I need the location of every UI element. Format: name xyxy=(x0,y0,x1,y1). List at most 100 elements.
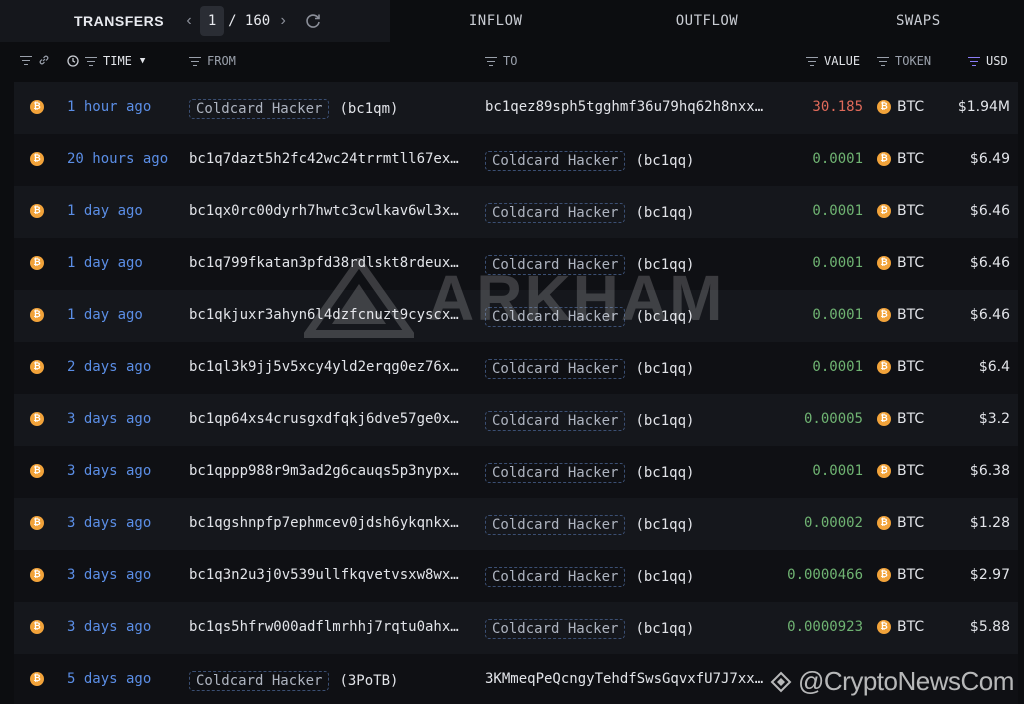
from-address-link[interactable]: bc1qgshnpfp7ephmcev0jdsh6ykqnkxxxxxxxx xyxy=(189,515,467,531)
token-cell: ₿ BTC xyxy=(877,203,924,219)
time-link[interactable]: 1 day ago xyxy=(67,255,143,271)
to-entity-badge[interactable]: Coldcard Hacker xyxy=(485,255,626,275)
btc-token-icon: ₿ xyxy=(877,620,891,634)
from-address-link[interactable]: bc1qx0rc00dyrh7hwtc3cwlkav6wl3xxxxxxxx xyxy=(189,203,467,219)
to-entity-badge[interactable]: Coldcard Hacker xyxy=(485,203,626,223)
col-from-header[interactable]: FROM xyxy=(189,54,236,68)
time-link[interactable]: 3 days ago xyxy=(67,619,151,635)
to-cell: Coldcard Hacker (bc1qq) xyxy=(485,359,765,379)
tab-swaps[interactable]: SWAPS xyxy=(813,0,1024,42)
btc-chain-icon: ₿ xyxy=(30,100,44,114)
time-link[interactable]: 5 days ago xyxy=(67,671,151,687)
to-entity-badge[interactable]: Coldcard Hacker xyxy=(485,463,626,483)
token-cell: ₿ BTC xyxy=(877,359,924,375)
from-address-link[interactable]: bc1ql3k9jj5v5xcy4yld2erqg0ez76xxxxxxxx xyxy=(189,359,467,375)
to-entity-badge[interactable]: Coldcard Hacker xyxy=(485,359,626,379)
btc-token-icon: ₿ xyxy=(877,360,891,374)
time-link[interactable]: 1 day ago xyxy=(67,203,143,219)
table-row[interactable]: ₿ 3 days ago bc1qs5hfrw000adflmrhhj7rqtu… xyxy=(14,602,1018,654)
to-entity-tag: (bc1qq) xyxy=(635,413,695,429)
btc-chain-icon: ₿ xyxy=(30,620,44,634)
to-entity-badge[interactable]: Coldcard Hacker xyxy=(485,307,626,327)
clock-icon xyxy=(67,55,79,67)
to-entity-badge[interactable]: Coldcard Hacker xyxy=(485,411,626,431)
sort-caret-down-icon[interactable]: ▼ xyxy=(140,56,145,66)
time-link[interactable]: 20 hours ago xyxy=(67,151,168,167)
usd-cell: $6.46 xyxy=(969,255,1010,271)
to-entity-badge[interactable]: Coldcard Hacker xyxy=(485,515,626,535)
to-entity-tag: (bc1qq) xyxy=(635,257,695,273)
next-page-chevron-right-icon[interactable]: › xyxy=(276,12,290,30)
usd-cell: $1.94M xyxy=(957,99,1010,115)
time-link[interactable]: 1 day ago xyxy=(67,307,143,323)
to-address-link[interactable]: bc1qez89sph5tgghmf36u79hq62h8nxxxxxxxx xyxy=(485,99,765,115)
value-cell: 30.185 xyxy=(812,99,863,115)
col-usd-header[interactable]: USD xyxy=(968,54,1008,68)
table-row[interactable]: ₿ 1 day ago bc1q799fkatan3pfd38rdlskt8rd… xyxy=(14,238,1018,290)
from-filter-icon[interactable] xyxy=(189,56,201,66)
table-row[interactable]: ₿ 3 days ago bc1qp64xs4crusgxdfqkj6dve57… xyxy=(14,394,1018,446)
tab-inflow[interactable]: INFLOW xyxy=(390,0,601,42)
to-address-link[interactable]: 3KMmeqPeQcngyTehdfSwsGqvxfU7J7xxxxxxxx xyxy=(485,671,765,687)
table-row[interactable]: ₿ 1 day ago bc1qx0rc00dyrh7hwtc3cwlkav6w… xyxy=(14,186,1018,238)
usd-cell: $2.97 xyxy=(969,567,1010,583)
col-to-header[interactable]: TO xyxy=(485,54,517,68)
col-value-header[interactable]: VALUE xyxy=(806,54,860,68)
time-link[interactable]: 3 days ago xyxy=(67,411,151,427)
time-link[interactable]: 3 days ago xyxy=(67,567,151,583)
table-row[interactable]: ₿ 3 days ago bc1q3n2u3j0v539ullfkqvetvsx… xyxy=(14,550,1018,602)
cryptonews-logo-icon xyxy=(770,671,792,692)
to-filter-icon[interactable] xyxy=(485,56,497,66)
to-entity-tag: (bc1qq) xyxy=(635,621,695,637)
btc-chain-icon: ₿ xyxy=(30,412,44,426)
table-row[interactable]: ₿ 1 hour ago Coldcard Hacker (bc1qm) bc1… xyxy=(14,82,1018,134)
col-usd-label: USD xyxy=(986,54,1008,68)
from-address-link[interactable]: bc1q799fkatan3pfd38rdlskt8rdeuxxxxxxxx xyxy=(189,255,467,271)
from-address-link[interactable]: bc1q7dazt5h2fc42wc24trrmtll67exxxxxxxx xyxy=(189,151,467,167)
tab-outflow[interactable]: OUTFLOW xyxy=(601,0,812,42)
to-cell: Coldcard Hacker (bc1qq) xyxy=(485,307,765,327)
from-entity-badge[interactable]: Coldcard Hacker xyxy=(189,99,330,119)
col-token-header[interactable]: TOKEN xyxy=(877,54,931,68)
table-row[interactable]: ₿ 1 day ago bc1qkjuxr3ahyn6l4dzfcnuzt9cy… xyxy=(14,290,1018,342)
time-link[interactable]: 3 days ago xyxy=(67,463,151,479)
col-time-header[interactable]: TIME ▼ xyxy=(67,54,145,68)
from-entity-badge[interactable]: Coldcard Hacker xyxy=(189,671,330,691)
btc-chain-icon: ₿ xyxy=(30,360,44,374)
to-entity-badge[interactable]: Coldcard Hacker xyxy=(485,619,626,639)
tab-transfers[interactable]: TRANSFERS ‹ 1 / 160 › xyxy=(0,0,390,42)
time-link[interactable]: 2 days ago xyxy=(67,359,151,375)
from-address-link[interactable]: bc1qp64xs4crusgxdfqkj6dve57ge0xxxxxxxx xyxy=(189,411,467,427)
btc-token-icon: ₿ xyxy=(877,516,891,530)
token-cell: ₿ BTC xyxy=(877,255,924,271)
time-link[interactable]: 1 hour ago xyxy=(67,99,151,115)
link-icon[interactable] xyxy=(38,54,50,66)
from-address-link[interactable]: bc1qs5hfrw000adflmrhhj7rqtu0ahxxxxxxxx xyxy=(189,619,467,635)
table-row[interactable]: ₿ 3 days ago bc1qppp988r9m3ad2g6cauqs5p3… xyxy=(14,446,1018,498)
current-page-input[interactable]: 1 xyxy=(200,6,225,36)
filter-icon[interactable] xyxy=(20,55,32,65)
footer-mark-text: @CryptoNewsCom xyxy=(798,666,1014,696)
token-filter-icon[interactable] xyxy=(877,56,889,66)
usd-cell: $5.88 xyxy=(969,619,1010,635)
prev-page-chevron-left-icon[interactable]: ‹ xyxy=(182,12,196,30)
to-cell: Coldcard Hacker (bc1qq) xyxy=(485,255,765,275)
btc-token-icon: ₿ xyxy=(877,204,891,218)
time-link[interactable]: 3 days ago xyxy=(67,515,151,531)
usd-cell: $6.46 xyxy=(969,307,1010,323)
refresh-icon[interactable] xyxy=(304,12,322,30)
usd-filter-icon[interactable] xyxy=(968,56,980,66)
from-address-link[interactable]: bc1q3n2u3j0v539ullfkqvetvsxw8wxxxxxxxx xyxy=(189,567,467,583)
table-row[interactable]: ₿ 20 hours ago bc1q7dazt5h2fc42wc24trrmt… xyxy=(14,134,1018,186)
table-row[interactable]: ₿ 2 days ago bc1ql3k9jj5v5xcy4yld2erqg0e… xyxy=(14,342,1018,394)
from-address-link[interactable]: bc1qppp988r9m3ad2g6cauqs5p3nypxxxxxxxx xyxy=(189,463,467,479)
from-address-link[interactable]: bc1qkjuxr3ahyn6l4dzfcnuzt9cyscxxxxxxxx xyxy=(189,307,467,323)
table-row[interactable]: ₿ 3 days ago bc1qgshnpfp7ephmcev0jdsh6yk… xyxy=(14,498,1018,550)
time-filter-icon[interactable] xyxy=(85,56,97,66)
value-filter-icon[interactable] xyxy=(806,56,818,66)
to-entity-badge[interactable]: Coldcard Hacker xyxy=(485,151,626,171)
value-cell: 0.00002 xyxy=(803,515,863,531)
btc-token-icon: ₿ xyxy=(877,412,891,426)
usd-cell: $6.4 xyxy=(978,359,1010,375)
to-entity-badge[interactable]: Coldcard Hacker xyxy=(485,567,626,587)
